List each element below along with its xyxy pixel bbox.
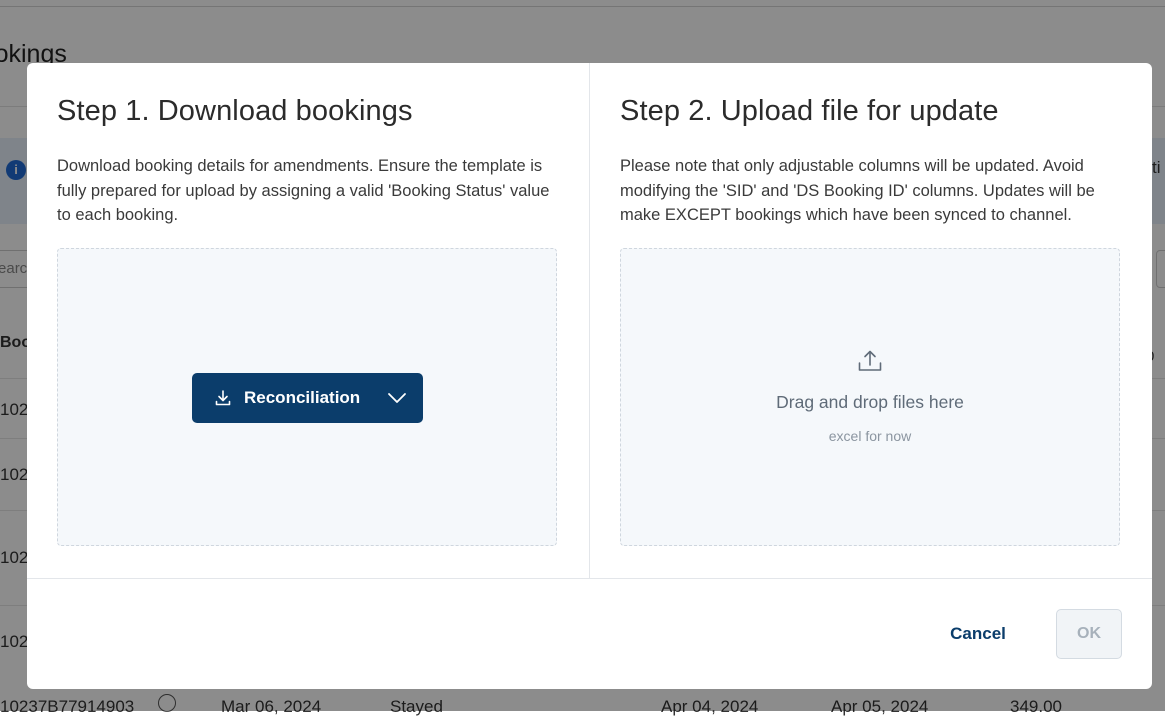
step2-title: Step 2. Upload file for update	[620, 95, 999, 127]
step2-description: Please note that only adjustable columns…	[620, 157, 1095, 224]
step1-description: Download booking details for amendments.…	[57, 157, 550, 224]
step1-title: Step 1. Download bookings	[57, 95, 413, 127]
dropzone-text: Drag and drop files here	[776, 392, 964, 412]
download-icon	[214, 389, 232, 407]
download-area: Reconciliation	[57, 248, 557, 546]
chevron-down-icon	[387, 392, 407, 404]
reconciliation-split-button[interactable]: Reconciliation	[192, 373, 423, 423]
reconciliation-button-label: Reconciliation	[244, 388, 361, 407]
reconciliation-dropdown-toggle[interactable]	[371, 373, 423, 423]
dropzone-content: Drag and drop files here excel for now	[621, 349, 1119, 444]
step1-panel: Step 1. Download bookings Download booki…	[27, 63, 589, 578]
reconciliation-button[interactable]: Reconciliation	[192, 373, 371, 423]
upload-modal: Step 1. Download bookings Download booki…	[27, 63, 1152, 689]
file-dropzone[interactable]: Drag and drop files here excel for now	[620, 248, 1120, 546]
footer-divider	[27, 578, 1152, 579]
dropzone-subtext: excel for now	[828, 428, 912, 444]
ok-button[interactable]: OK	[1056, 609, 1122, 659]
upload-icon	[857, 349, 883, 378]
step2-panel: Step 2. Upload file for update Please no…	[590, 63, 1152, 578]
cancel-button[interactable]: Cancel	[938, 617, 1018, 651]
